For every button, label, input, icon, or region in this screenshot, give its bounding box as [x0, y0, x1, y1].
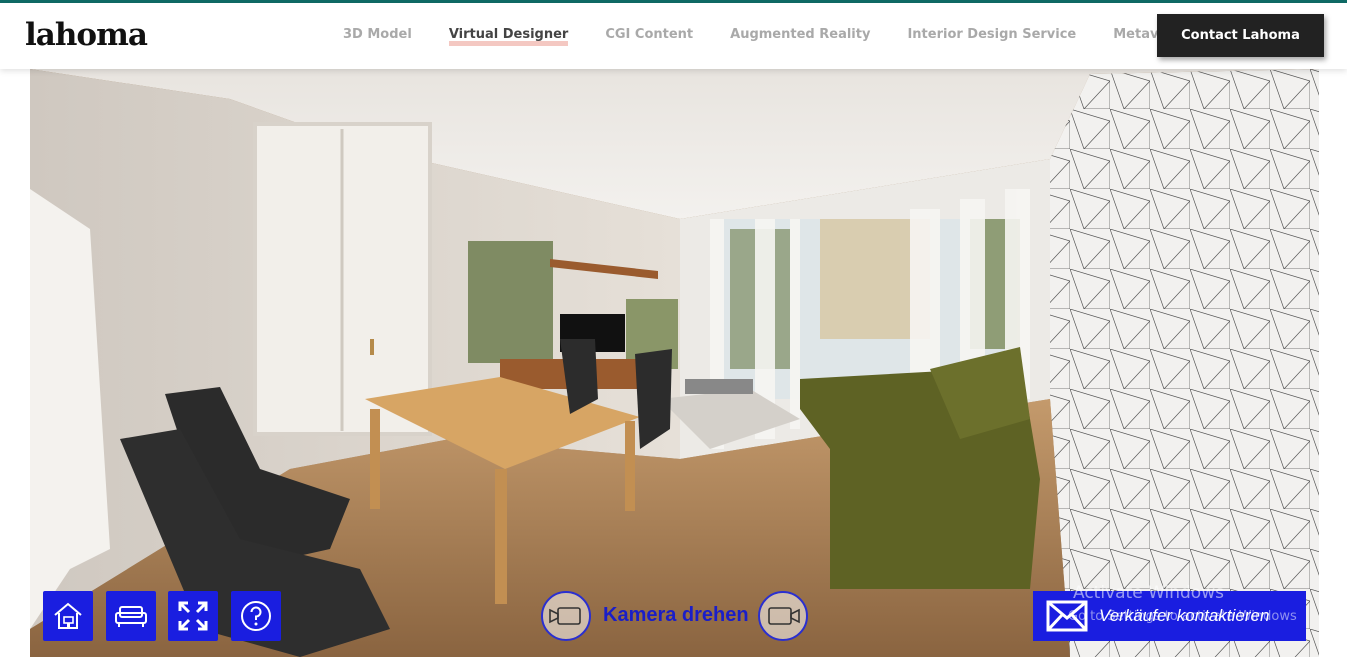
camera-rotate-left-icon [549, 607, 581, 625]
mail-icon [1046, 600, 1088, 632]
lahoma-logo[interactable]: lahoma [25, 17, 148, 53]
fullscreen-button[interactable] [168, 591, 218, 641]
site-header: lahoma 3D Model Virtual Designer CGI Con… [0, 3, 1347, 69]
camera-rotate-label: Kamera drehen [603, 604, 749, 626]
contact-lahoma-button[interactable]: Contact Lahoma [1157, 14, 1324, 57]
contact-seller-label: Verkäufer kontaktieren [1099, 606, 1270, 625]
room-paint-button[interactable] [43, 591, 93, 641]
camera-rotate-right-button[interactable] [758, 591, 808, 641]
nav-3d-model[interactable]: 3D Model [343, 27, 412, 42]
sofa-icon [115, 606, 147, 627]
3d-room-viewer[interactable]: Kamera drehen Activate Windows Go to Set… [30, 69, 1319, 657]
help-button[interactable] [231, 591, 281, 641]
nav-cgi-content[interactable]: CGI Content [605, 27, 693, 42]
nav-virtual-designer[interactable]: Virtual Designer [448, 27, 568, 46]
nav-interior-design-service[interactable]: Interior Design Service [907, 27, 1076, 42]
house-paint-icon [54, 602, 82, 629]
activate-windows-watermark: Activate Windows [1073, 583, 1224, 603]
room-render [30, 69, 1319, 657]
fullscreen-icon [178, 601, 208, 631]
main-nav: 3D Model Virtual Designer CGI Content Au… [343, 27, 1190, 46]
furniture-button[interactable] [106, 591, 156, 641]
help-icon [241, 601, 271, 631]
camera-rotate-left-button[interactable] [541, 591, 591, 641]
nav-augmented-reality[interactable]: Augmented Reality [730, 27, 870, 42]
camera-rotate-right-icon [768, 607, 800, 625]
